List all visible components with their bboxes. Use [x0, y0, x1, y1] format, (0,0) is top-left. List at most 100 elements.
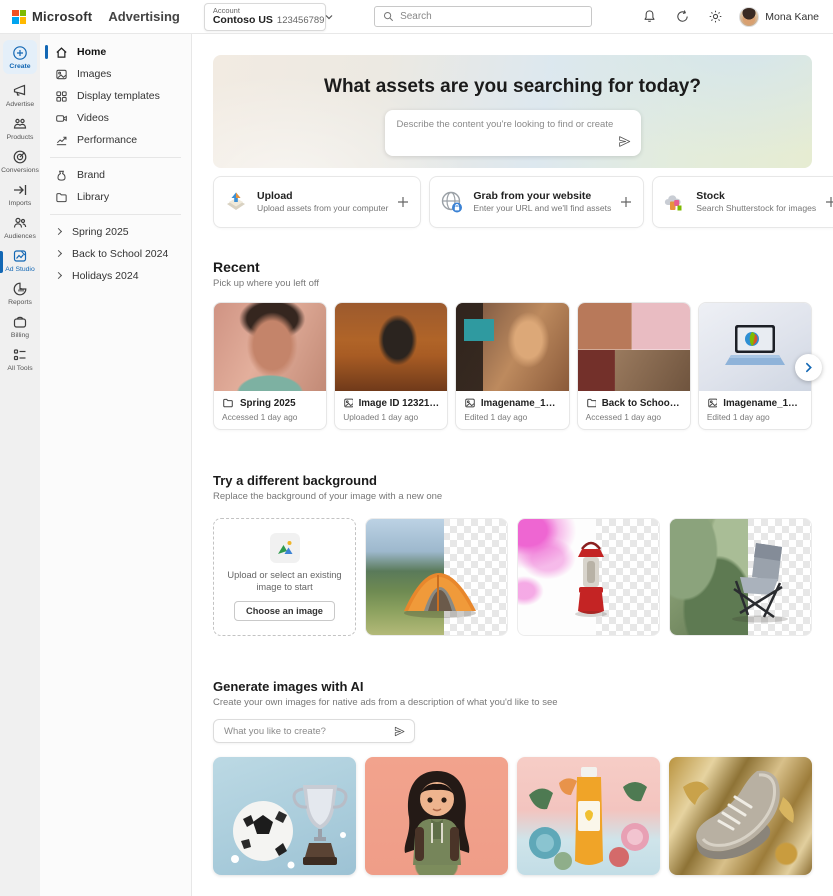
- nav-item-back-to-school-2024[interactable]: Back to School 2024: [40, 243, 191, 265]
- folder-icon: [222, 397, 234, 409]
- generated-image-girl-backpack[interactable]: [365, 757, 508, 875]
- brand-icon: [55, 169, 68, 182]
- rail-item-products[interactable]: Products: [0, 112, 40, 144]
- target-icon: [12, 149, 28, 165]
- generated-image-soccer-trophy[interactable]: [213, 757, 356, 875]
- hero-title: What assets are you searching for today?: [213, 55, 812, 98]
- main-content: What assets are you searching for today?…: [192, 34, 833, 896]
- search-input[interactable]: [400, 11, 583, 22]
- account-id: 123456789: [277, 16, 325, 26]
- laptop-graphic: [719, 321, 791, 373]
- notifications-bell-icon[interactable]: [640, 8, 658, 26]
- soccer-trophy-graphic: [221, 775, 351, 871]
- account-selector[interactable]: Account Contoso US 123456789: [204, 3, 326, 31]
- global-search[interactable]: [374, 6, 592, 27]
- nav-item-videos[interactable]: Videos: [40, 107, 191, 129]
- background-subtitle: Replace the background of your image wit…: [213, 491, 812, 502]
- create-plus-icon: [12, 45, 28, 61]
- home-icon: [55, 46, 68, 59]
- rail-item-conversions[interactable]: Conversions: [0, 145, 40, 177]
- nav-item-images[interactable]: Images: [40, 63, 191, 85]
- nav-item-brand[interactable]: Brand: [40, 164, 191, 186]
- send-icon[interactable]: [393, 725, 406, 738]
- recent-card-spring-2025[interactable]: Spring 2025 Accessed 1 day ago: [213, 302, 327, 430]
- background-tiles: Upload or select an existing image to st…: [213, 518, 812, 636]
- background-sample-lantern[interactable]: [517, 518, 660, 636]
- reports-chart-icon: [12, 281, 28, 297]
- background-title: Try a different background: [213, 473, 812, 488]
- products-icon: [12, 116, 28, 132]
- rail-item-imports[interactable]: Imports: [0, 178, 40, 210]
- all-tools-icon: [12, 347, 28, 363]
- user-name: Mona Kane: [765, 11, 819, 23]
- nav-item-home[interactable]: Home: [40, 41, 191, 63]
- camp-chair-graphic: [722, 537, 802, 625]
- rail-item-all-tools[interactable]: All Tools: [0, 343, 40, 375]
- chevron-right-icon: [55, 228, 63, 236]
- background-sample-chair[interactable]: [669, 518, 812, 636]
- add-plus-icon[interactable]: [396, 195, 410, 209]
- microsoft-logo[interactable]: [12, 10, 26, 24]
- add-plus-icon[interactable]: [824, 195, 833, 209]
- globe-lock-icon: [439, 189, 465, 215]
- video-camera-icon: [55, 112, 68, 125]
- girl-graphic: [389, 765, 485, 875]
- sync-history-icon[interactable]: [673, 8, 691, 26]
- carousel-next-button[interactable]: [795, 354, 822, 381]
- background-upload-tile[interactable]: Upload or select an existing image to st…: [213, 518, 356, 636]
- asset-search-box: [385, 110, 641, 156]
- folder-icon: [55, 191, 68, 204]
- send-icon[interactable]: [617, 134, 632, 149]
- generated-image-juice-bottle[interactable]: [517, 757, 660, 875]
- import-arrow-icon: [12, 182, 28, 198]
- user-menu[interactable]: Mona Kane: [739, 7, 819, 27]
- settings-gear-icon[interactable]: [706, 8, 724, 26]
- rail-item-reports[interactable]: Reports: [0, 277, 40, 309]
- hero-banner: What assets are you searching for today?: [213, 55, 812, 168]
- search-icon: [383, 11, 394, 22]
- asset-search-input[interactable]: [385, 110, 641, 156]
- recent-card-back-to-school[interactable]: Back to School 2024 Accessed 1 day ago: [577, 302, 691, 430]
- divider: [50, 214, 181, 215]
- rail-item-billing[interactable]: Billing: [0, 310, 40, 342]
- recent-card-image-id[interactable]: Image ID 12321223214 Uploaded 1 day ago: [334, 302, 448, 430]
- generated-image-sneaker[interactable]: [669, 757, 812, 875]
- nav-item-holidays-2024[interactable]: Holidays 2024: [40, 265, 191, 287]
- nav-item-library[interactable]: Library: [40, 186, 191, 208]
- top-bar: Microsoft Advertising Account Contoso US…: [0, 0, 833, 34]
- add-plus-icon[interactable]: [619, 195, 633, 209]
- rail-item-advertise[interactable]: Advertise: [0, 79, 40, 111]
- thumbnail: [578, 303, 690, 391]
- image-icon: [55, 68, 68, 81]
- ad-studio-icon: [12, 248, 28, 264]
- stock-card[interactable]: Stock Search Shutterstock for images: [652, 176, 833, 228]
- audiences-people-icon: [12, 215, 28, 231]
- active-indicator: [45, 45, 48, 59]
- generate-prompt-box: [213, 719, 415, 743]
- divider: [50, 157, 181, 158]
- rail-item-ad-studio[interactable]: Ad Studio: [0, 244, 40, 276]
- choose-image-button[interactable]: Choose an image: [234, 601, 335, 621]
- thumbnail: [335, 303, 447, 391]
- recent-card-imagename-1[interactable]: Imagename_192356 Edited 1 day ago: [455, 302, 569, 430]
- upload-icon: [223, 189, 249, 215]
- recent-subtitle: Pick up where you left off: [213, 278, 812, 289]
- chevron-down-icon: [324, 12, 334, 22]
- nav-item-display-templates[interactable]: Display templates: [40, 85, 191, 107]
- generate-prompt-input[interactable]: [214, 726, 393, 737]
- rail-item-audiences[interactable]: Audiences: [0, 211, 40, 243]
- brand-name: Microsoft: [32, 9, 92, 24]
- nav-item-spring-2025[interactable]: Spring 2025: [40, 221, 191, 243]
- background-sample-tent[interactable]: [365, 518, 508, 636]
- generated-images: [213, 757, 812, 875]
- grab-from-website-card[interactable]: Grab from your website Enter your URL an…: [429, 176, 644, 228]
- image-icon: [464, 397, 474, 409]
- recent-cards: Spring 2025 Accessed 1 day ago Image ID …: [213, 302, 812, 430]
- billing-wallet-icon: [12, 314, 28, 330]
- generate-title: Generate images with AI: [213, 679, 812, 694]
- rail-item-create[interactable]: Create: [3, 40, 37, 74]
- upload-card[interactable]: Upload Upload assets from your computer: [213, 176, 421, 228]
- recent-title: Recent: [213, 259, 812, 275]
- upload-instruction: Upload or select an existing image to st…: [225, 569, 345, 593]
- nav-item-performance[interactable]: Performance: [40, 129, 191, 151]
